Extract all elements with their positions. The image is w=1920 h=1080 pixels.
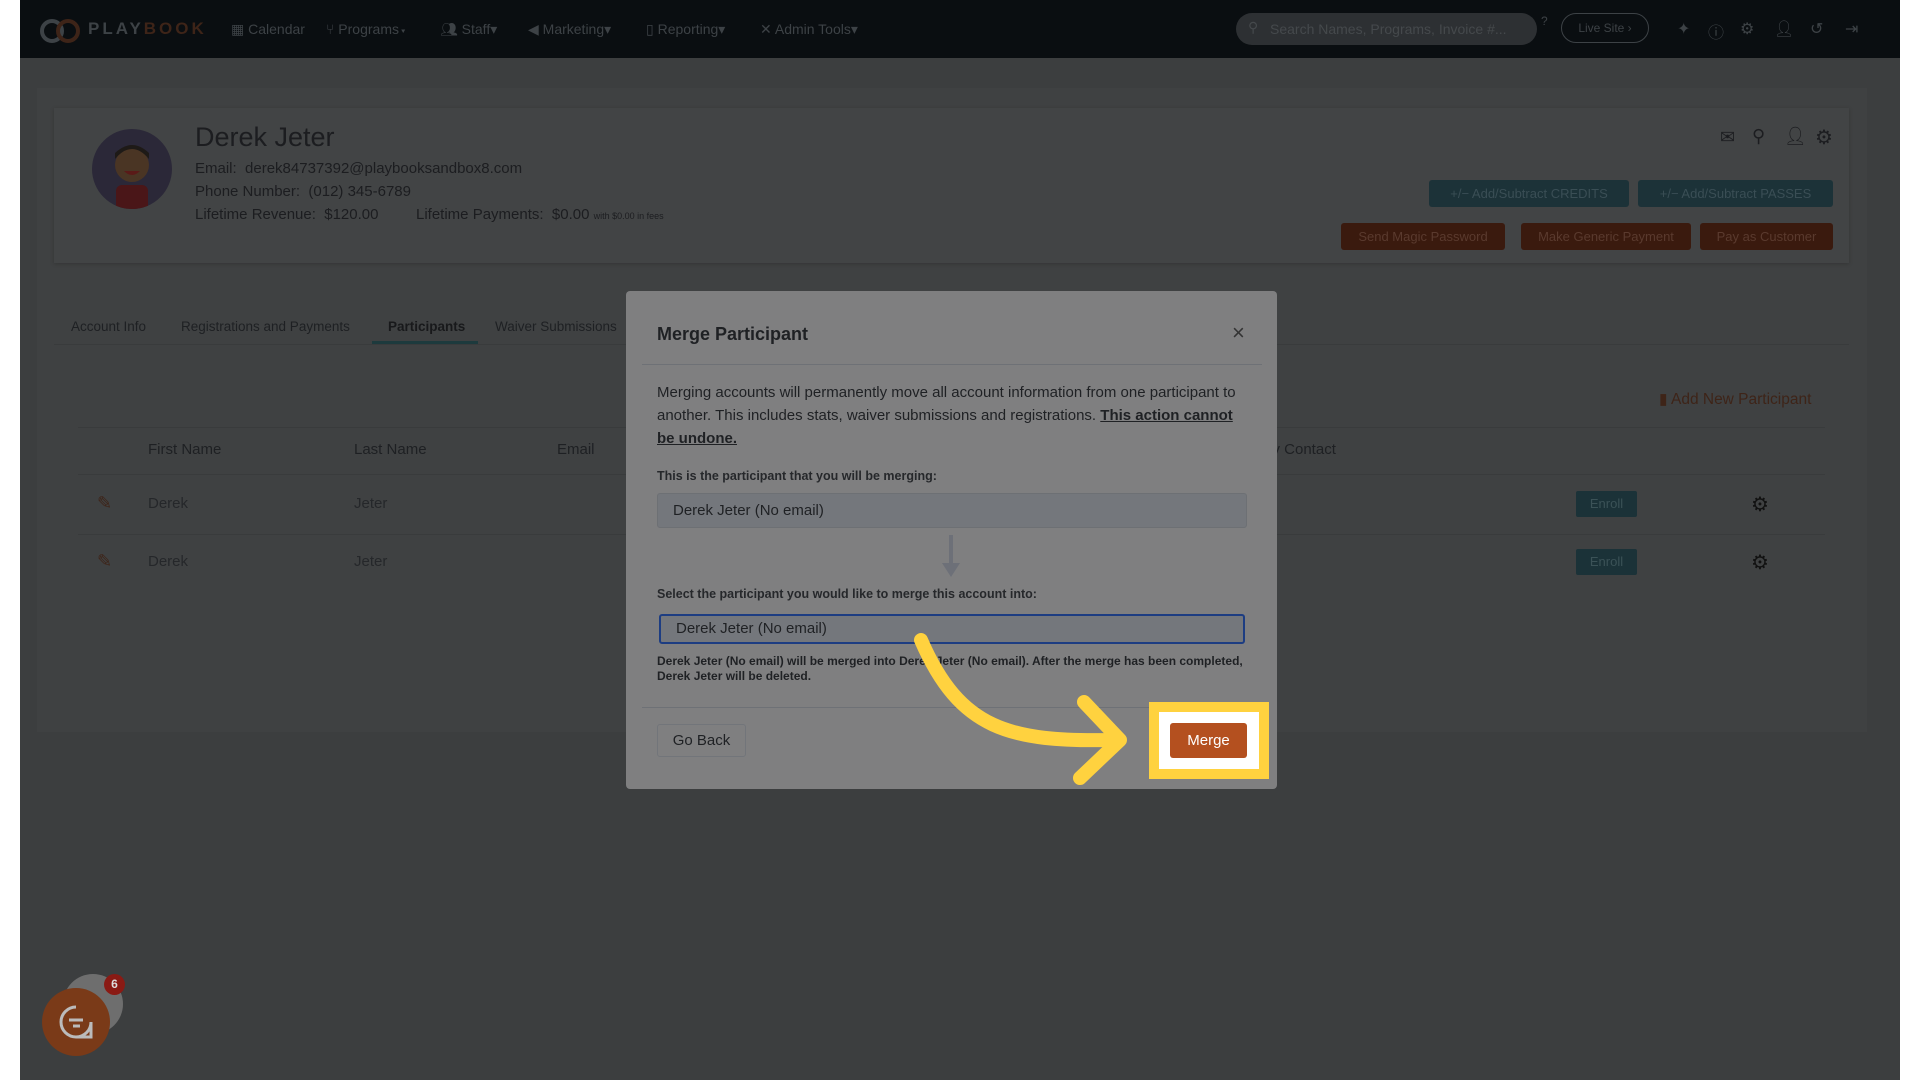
- email-value: derek84737392@playbooksandbox8.com: [245, 160, 523, 177]
- live-site-button[interactable]: Live Site ›: [1561, 13, 1649, 43]
- merge-summary: Derek Jeter (No email) will be merged in…: [657, 654, 1243, 683]
- add-new-participant-link[interactable]: ▮ Add New Participant: [1659, 390, 1811, 409]
- nav-staff[interactable]: 👥︎ Staff▾: [440, 21, 497, 38]
- search-icon: ⚲: [1248, 19, 1259, 35]
- source-label: This is the participant that you will be…: [657, 469, 937, 483]
- search-placeholder: Search Names, Programs, Invoice #...: [1270, 21, 1507, 37]
- merge-button[interactable]: Merge: [1170, 723, 1247, 758]
- arrow-down-icon: [942, 535, 960, 577]
- frame-left: [0, 0, 20, 1080]
- tab-waiver-submissions[interactable]: Waiver Submissions: [495, 319, 617, 334]
- chat-button[interactable]: [42, 988, 110, 1056]
- nav-reporting[interactable]: ▯ Reporting▾: [646, 21, 725, 38]
- profile-phone: Phone Number: (012) 345-6789: [195, 183, 411, 200]
- file-icon: ▯: [646, 21, 658, 37]
- col-first-name: First Name: [148, 441, 222, 458]
- profile-name: Derek Jeter: [195, 122, 335, 152]
- nav-calendar[interactable]: ▦ Calendar: [231, 21, 305, 38]
- email-icon[interactable]: ✉: [1720, 127, 1735, 148]
- go-back-button[interactable]: Go Back: [657, 724, 746, 757]
- calendar-icon: ▦: [231, 21, 249, 37]
- add-subtract-credits-button[interactable]: +/− Add/Subtract CREDITS: [1429, 180, 1629, 207]
- nav-label: Programs: [338, 21, 399, 37]
- gear-icon[interactable]: ⚙: [1751, 492, 1769, 517]
- edit-icon[interactable]: ✎: [97, 493, 112, 514]
- pay-as-customer-button[interactable]: Pay as Customer: [1700, 223, 1833, 250]
- gear-icon[interactable]: ⚙: [1815, 125, 1833, 150]
- close-icon[interactable]: ×: [1232, 320, 1245, 346]
- nav-label: Admin Tools: [774, 21, 851, 37]
- modal-header-divider: [642, 364, 1262, 365]
- source-participant-field: Derek Jeter (No email): [657, 493, 1247, 528]
- row-first-name: Derek: [148, 495, 189, 512]
- programs-icon: ⑂: [326, 21, 339, 37]
- add-user-icon[interactable]: 👤︎: [1774, 19, 1794, 39]
- target-label: Select the participant you would like to…: [657, 587, 1037, 601]
- logo[interactable]: PLAY BOOK: [38, 14, 207, 44]
- nav-programs[interactable]: ⑂ Programs▾: [326, 21, 407, 37]
- add-new-label: Add New Participant: [1670, 391, 1812, 408]
- active-tab-indicator: [372, 341, 478, 344]
- users-icon: 👥︎: [440, 21, 462, 37]
- payments-label: Lifetime Payments:: [416, 206, 544, 223]
- payments-value: $0.00: [551, 206, 590, 223]
- tab-participants[interactable]: Participants: [388, 319, 465, 334]
- make-generic-payment-button[interactable]: Make Generic Payment: [1521, 223, 1691, 250]
- user-check-icon[interactable]: 👤︎: [1784, 126, 1807, 147]
- enroll-button[interactable]: Enroll: [1576, 549, 1637, 575]
- file-plus-icon: ▮: [1659, 391, 1671, 408]
- email-label: Email:: [195, 160, 237, 177]
- logo-text: PLAY: [88, 19, 144, 38]
- nav-label: Calendar: [248, 21, 305, 37]
- bullhorn-plus-icon[interactable]: ✦: [1677, 19, 1690, 39]
- col-last-name: Last Name: [354, 441, 427, 458]
- send-magic-password-button[interactable]: Send Magic Password: [1341, 223, 1505, 250]
- avatar: [92, 129, 172, 209]
- nav-label: Reporting: [657, 21, 719, 37]
- add-subtract-passes-button[interactable]: +/− Add/Subtract PASSES: [1638, 180, 1833, 207]
- target-participant-select[interactable]: Derek Jeter (No email): [659, 614, 1245, 644]
- row-last-name: Jeter: [354, 553, 388, 570]
- chat-icon: [59, 1005, 93, 1039]
- revenue-value: $120.00: [324, 206, 379, 223]
- logo-icon: [40, 19, 80, 43]
- edit-icon[interactable]: ✎: [97, 551, 112, 572]
- tab-account-info[interactable]: Account Info: [71, 319, 146, 334]
- nav-admin-tools[interactable]: ✕ Admin Tools▾: [760, 21, 858, 38]
- lifetime-payments: Lifetime Payments: $0.00 with $0.00 in f…: [416, 206, 664, 223]
- enroll-button[interactable]: Enroll: [1576, 491, 1637, 517]
- history-icon[interactable]: ↺: [1810, 19, 1823, 39]
- modal-title: Merge Participant: [657, 324, 809, 344]
- row-last-name: Jeter: [354, 495, 388, 512]
- lifetime-revenue: Lifetime Revenue: $120.00: [195, 206, 378, 223]
- nav-marketing[interactable]: ◀ Marketing▾: [528, 21, 611, 38]
- nav-label: Marketing: [542, 21, 605, 37]
- megaphone-icon: ◀: [528, 21, 543, 37]
- notification-badge: 6: [104, 974, 125, 995]
- modal-description: Merging accounts will permanently move a…: [657, 381, 1247, 450]
- fees-note: with $0.00 in fees: [593, 211, 664, 221]
- phone-label: Phone Number:: [195, 183, 301, 200]
- gear-icon[interactable]: ⚙: [1751, 550, 1769, 575]
- search-input[interactable]: ⚲ Search Names, Programs, Invoice #...: [1236, 13, 1537, 45]
- logout-icon[interactable]: ⇥: [1845, 19, 1858, 39]
- nav-label: Staff: [461, 21, 491, 37]
- tab-registrations-payments[interactable]: Registrations and Payments: [181, 319, 350, 334]
- phone-value: (012) 345-6789: [308, 183, 411, 200]
- profile-email: Email: derek84737392@playbooksandbox8.co…: [195, 160, 522, 177]
- col-email: Email: [557, 441, 595, 458]
- row-first-name: Derek: [148, 553, 189, 570]
- logo-text-accent: BOOK: [143, 19, 207, 38]
- gear-icon[interactable]: ⚙: [1740, 19, 1754, 39]
- tools-icon: ✕: [760, 21, 775, 37]
- help-icon[interactable]: ⓘ: [1708, 19, 1724, 43]
- revenue-label: Lifetime Revenue:: [195, 206, 316, 223]
- search-icon[interactable]: ⚲: [1752, 126, 1765, 147]
- frame-right: [1900, 0, 1920, 1080]
- help-circle-icon[interactable]: ?: [1541, 14, 1548, 28]
